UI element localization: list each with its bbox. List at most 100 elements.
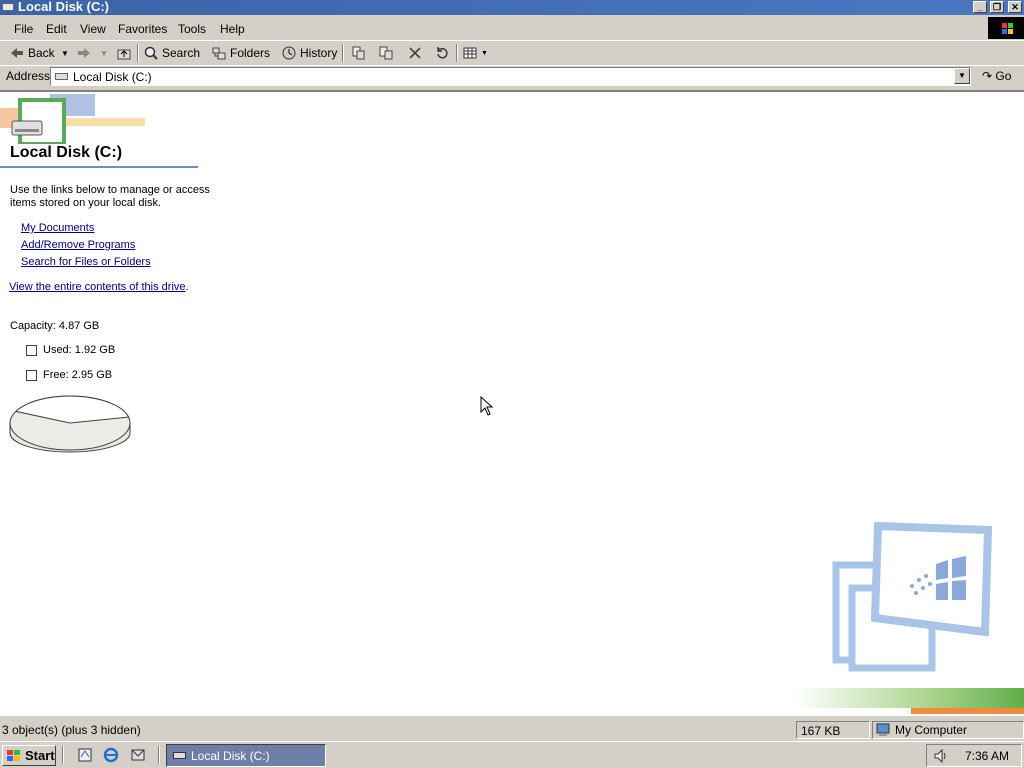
drive-icon (2, 3, 14, 11)
close-button[interactable]: ✕ (1008, 1, 1022, 13)
copy-to-icon (379, 46, 393, 60)
forward-arrow-icon (78, 48, 90, 58)
menu-bar: File Edit View Favorites Tools Help (0, 17, 1024, 39)
link-view-drive-contents[interactable]: View the entire contents of this drive (9, 281, 186, 293)
back-arrow-icon (11, 48, 23, 58)
link-add-remove-programs[interactable]: Add/Remove Programs (21, 239, 135, 251)
status-objects: 3 object(s) (plus 3 hidden) (2, 723, 141, 737)
restore-button[interactable]: ❐ (990, 1, 1004, 13)
folder-content: Local Disk (C:) Use the links below to m… (0, 90, 1024, 716)
windows-logo-icon (7, 749, 20, 761)
taskbar-button-local-disk[interactable]: Local Disk (C:) (166, 744, 326, 767)
link-search-files[interactable]: Search for Files or Folders (21, 256, 151, 268)
history-icon (282, 46, 296, 60)
menu-file[interactable]: File (14, 22, 33, 36)
computer-icon (876, 723, 890, 736)
show-desktop-icon[interactable] (77, 747, 93, 763)
address-bar: Address Local Disk (C:) ▼ ↷ Go (0, 65, 1024, 88)
windows-logo-icon (988, 17, 1024, 39)
window-title: Local Disk (C:) (18, 0, 110, 14)
status-size: 167 KB (796, 721, 870, 739)
chevron-down-icon: ▼ (481, 49, 488, 57)
toolbar-separator (456, 44, 458, 62)
free-swatch (26, 369, 37, 381)
title-bar: Local Disk (C:) _ ❐ ✕ (0, 0, 1024, 15)
toolbar-separator (137, 44, 139, 62)
view-contents-suffix: . (185, 281, 189, 293)
drive-icon (173, 752, 186, 759)
folders-label: Folders (230, 46, 271, 60)
address-field[interactable]: Local Disk (C:) (50, 67, 971, 86)
views-button[interactable]: ▼ (463, 45, 488, 61)
outlook-icon[interactable] (130, 747, 146, 763)
link-my-documents[interactable]: My Documents (21, 222, 94, 234)
search-label: Search (162, 46, 201, 60)
taskbar-button-label: Local Disk (C:) (191, 748, 270, 763)
search-icon (144, 46, 158, 60)
views-icon (463, 47, 477, 59)
undo-icon (437, 47, 448, 59)
toolbar: Back ▼ ▼ Search Folders History ▼ (0, 40, 1024, 65)
up-folder-icon (117, 49, 131, 60)
up-button[interactable] (117, 45, 131, 61)
back-label: Back (28, 46, 55, 60)
history-button[interactable]: History (282, 45, 337, 61)
system-tray: 7:36 AM (926, 744, 1022, 767)
go-arrow-icon: ↷ (982, 69, 993, 83)
go-button[interactable]: ↷ Go (982, 69, 1011, 83)
start-button[interactable]: Start (2, 745, 56, 766)
go-label: Go (995, 69, 1012, 83)
free-legend: Free: 2.95 GB (26, 369, 112, 381)
chevron-down-icon: ▼ (100, 48, 108, 58)
menu-favorites[interactable]: Favorites (118, 22, 167, 36)
capacity-text: Capacity: 4.87 GB (10, 320, 100, 332)
folders-icon (212, 47, 226, 60)
volume-icon[interactable] (933, 748, 949, 764)
move-to-button[interactable] (351, 45, 365, 61)
taskbar: Start Local Disk (C:) 7:36 AM (0, 741, 1024, 768)
status-bar: 3 object(s) (plus 3 hidden) 167 KB My Co… (0, 719, 1024, 741)
disk-usage-pie (9, 395, 131, 453)
folders-button[interactable]: Folders (212, 45, 270, 61)
back-button[interactable]: Back (10, 45, 55, 61)
delete-icon (409, 47, 421, 59)
view-contents-row: View the entire contents of this drive. (9, 281, 189, 293)
corner-gradient-graphic (796, 688, 1024, 714)
toolbar-separator (342, 44, 344, 62)
mouse-pointer-icon (480, 396, 494, 416)
taskbar-separator (158, 746, 160, 764)
used-text: Used: 1.92 GB (43, 344, 116, 356)
used-swatch (26, 344, 37, 356)
history-label: History (300, 46, 338, 60)
menu-tools[interactable]: Tools (178, 22, 206, 36)
back-dropdown[interactable]: ▼ (61, 45, 69, 61)
page-title: Local Disk (C:) (10, 144, 123, 161)
address-label: Address (6, 69, 51, 83)
description-text: Use the links below to manage or access … (10, 184, 210, 209)
delete-button[interactable] (408, 45, 422, 61)
windows-watermark-icon (832, 521, 993, 672)
address-value: Local Disk (C:) (73, 70, 152, 84)
status-zone: My Computer (872, 721, 1024, 739)
free-text: Free: 2.95 GB (43, 369, 113, 381)
used-legend: Used: 1.92 GB (26, 344, 115, 356)
banner-graphic (0, 94, 145, 144)
copy-to-button[interactable] (379, 45, 393, 61)
status-zone-label: My Computer (895, 723, 968, 737)
menu-edit[interactable]: Edit (46, 22, 67, 36)
ie-icon[interactable] (103, 747, 119, 763)
forward-button[interactable] (77, 45, 91, 61)
minimize-button[interactable]: _ (973, 1, 987, 13)
title-underline (0, 166, 198, 168)
start-label: Start (25, 748, 55, 763)
clock: 7:36 AM (965, 749, 1010, 763)
search-button[interactable]: Search (144, 45, 200, 61)
address-dropdown-button[interactable]: ▼ (954, 68, 970, 84)
forward-dropdown[interactable]: ▼ (100, 45, 108, 61)
taskbar-separator (62, 746, 64, 764)
undo-button[interactable] (435, 45, 449, 61)
drive-icon (55, 73, 68, 80)
menu-help[interactable]: Help (220, 22, 245, 36)
menu-view[interactable]: View (80, 22, 106, 36)
move-to-icon (352, 46, 365, 60)
